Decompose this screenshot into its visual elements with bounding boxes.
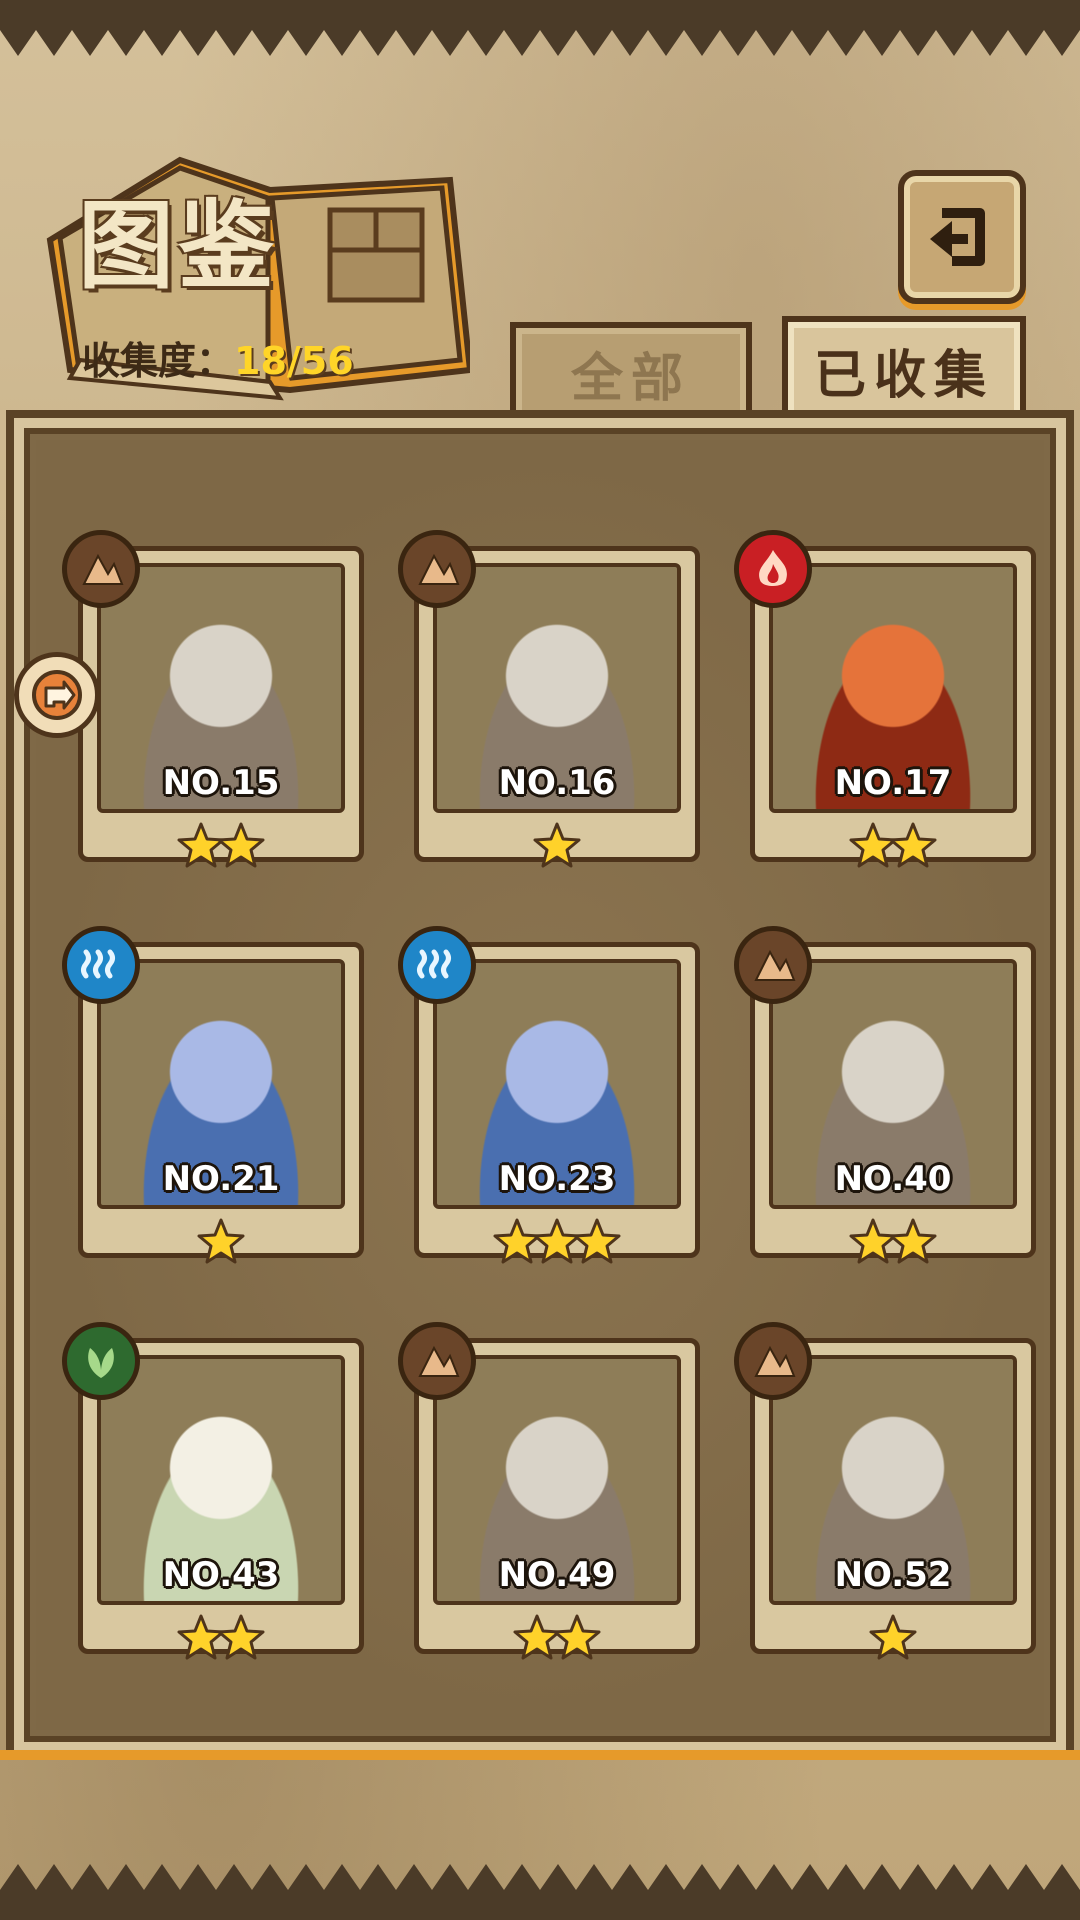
star-rating [750,1612,1036,1664]
collection-panel: NO.15 NO.16 NO.17 NO.21 NO.23 NO.40 NO.43 NO.49… [6,410,1074,1760]
creature-portrait: NO.49 [433,1355,681,1605]
star-icon [889,1218,937,1264]
star-rating [750,1216,1036,1268]
creature-portrait: NO.15 [97,563,345,813]
earth-element-icon [398,530,476,608]
earth-element-icon [398,1322,476,1400]
earth-element-icon [62,530,140,608]
creature-portrait: NO.17 [769,563,1017,813]
back-arrow-icon [930,208,985,266]
creature-portrait: NO.40 [769,959,1017,1209]
creature-portrait: NO.43 [97,1355,345,1605]
panel-bottom-accent [0,1750,1080,1760]
star-icon [889,822,937,868]
creature-card[interactable]: NO.23 [398,926,700,1268]
water-element-icon [62,926,140,1004]
fire-element-icon [734,530,812,608]
grass-element-icon [62,1322,140,1400]
top-zigzag-border [0,0,1080,56]
creature-card[interactable]: NO.21 [62,926,364,1268]
creature-portrait: NO.52 [769,1355,1017,1605]
collection-value: 18/56 [234,339,354,383]
side-tab-button[interactable] [14,652,100,738]
bottom-zigzag-border [0,1864,1080,1920]
creature-number: NO.43 [162,1555,280,1595]
creature-card[interactable]: NO.43 [62,1322,364,1664]
star-icon [533,822,581,868]
star-icon [553,1614,601,1660]
star-rating [78,1612,364,1664]
earth-element-icon [734,1322,812,1400]
creature-number: NO.49 [498,1555,616,1595]
page-title: 图鉴 [78,189,278,302]
star-icon [197,1218,245,1264]
creature-number: NO.17 [834,763,952,803]
star-rating [750,820,1036,872]
creature-card[interactable]: NO.15 [62,530,364,872]
creature-number: NO.52 [834,1555,952,1595]
star-icon [217,822,265,868]
star-icon [869,1614,917,1660]
creature-number: NO.15 [162,763,280,803]
star-rating [78,1216,364,1268]
earth-element-icon [734,926,812,1004]
creature-portrait: NO.21 [97,959,345,1209]
collection-progress: 收集度：18/56 [82,330,354,385]
creature-card[interactable]: NO.40 [734,926,1036,1268]
star-rating [414,1216,700,1268]
star-rating [414,1612,700,1664]
creature-number: NO.16 [498,763,616,803]
star-rating [78,820,364,872]
creature-card[interactable]: NO.52 [734,1322,1036,1664]
star-icon [573,1218,621,1264]
creature-number: NO.40 [834,1159,952,1199]
arrow-tab-icon [32,670,82,720]
creature-card[interactable]: NO.49 [398,1322,700,1664]
star-rating [414,820,700,872]
collection-label: 收集度： [82,339,235,383]
back-button[interactable] [898,170,1026,304]
tab-collected[interactable]: 已收集 [782,316,1026,418]
creature-portrait: NO.16 [433,563,681,813]
creature-portrait: NO.23 [433,959,681,1209]
creature-card[interactable]: NO.17 [734,530,1036,872]
star-icon [217,1614,265,1660]
water-element-icon [398,926,476,1004]
creature-number: NO.21 [162,1159,280,1199]
tab-all[interactable]: 全部 [510,322,752,418]
creature-card[interactable]: NO.16 [398,530,700,872]
creature-number: NO.23 [498,1159,616,1199]
card-grid: NO.15 NO.16 NO.17 NO.21 NO.23 NO.40 NO.43 NO.49… [36,440,1044,1730]
